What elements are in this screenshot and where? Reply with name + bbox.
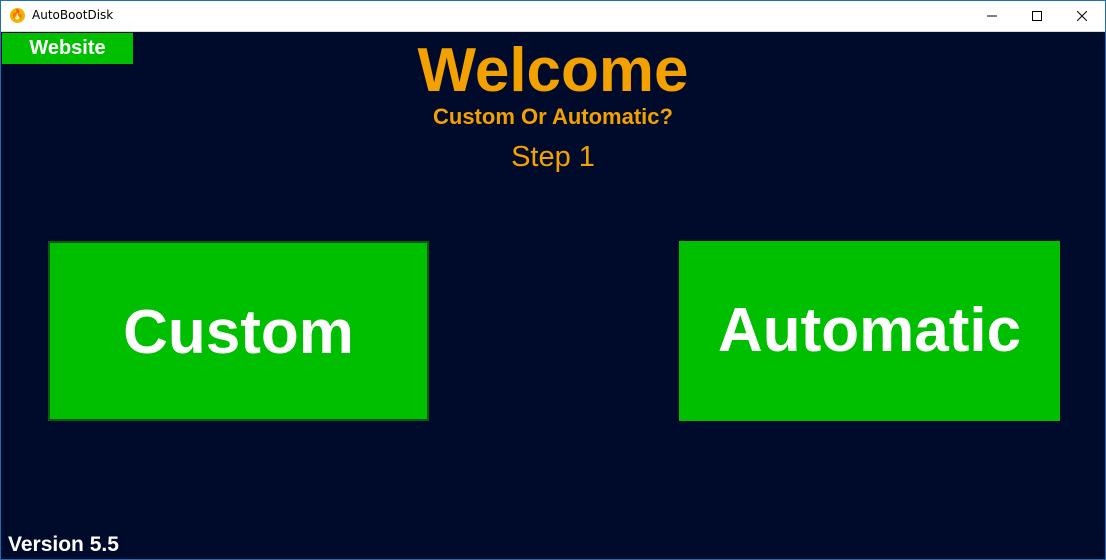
window-title: AutoBootDisk xyxy=(32,8,114,22)
main-content: Website Welcome Custom Or Automatic? Ste… xyxy=(1,32,1105,559)
minimize-button[interactable] xyxy=(969,1,1015,31)
flame-icon: 🔥 xyxy=(10,8,25,23)
step-indicator: Step 1 xyxy=(511,141,595,173)
welcome-heading: Welcome xyxy=(417,36,689,105)
custom-button[interactable]: Custom xyxy=(48,241,429,421)
title-bar[interactable]: 🔥 AutoBootDisk xyxy=(1,1,1105,32)
maximize-button[interactable] xyxy=(1014,1,1060,31)
close-icon xyxy=(1077,11,1087,21)
subtitle-text: Custom Or Automatic? xyxy=(433,104,673,129)
automatic-button[interactable]: Automatic xyxy=(679,241,1060,421)
maximize-icon xyxy=(1032,11,1042,21)
app-window: 🔥 AutoBootDisk Website Welcome Custom Or… xyxy=(0,0,1106,560)
minimize-icon xyxy=(987,15,997,17)
close-button[interactable] xyxy=(1059,1,1105,31)
version-label: Version 5.5 xyxy=(8,533,119,556)
